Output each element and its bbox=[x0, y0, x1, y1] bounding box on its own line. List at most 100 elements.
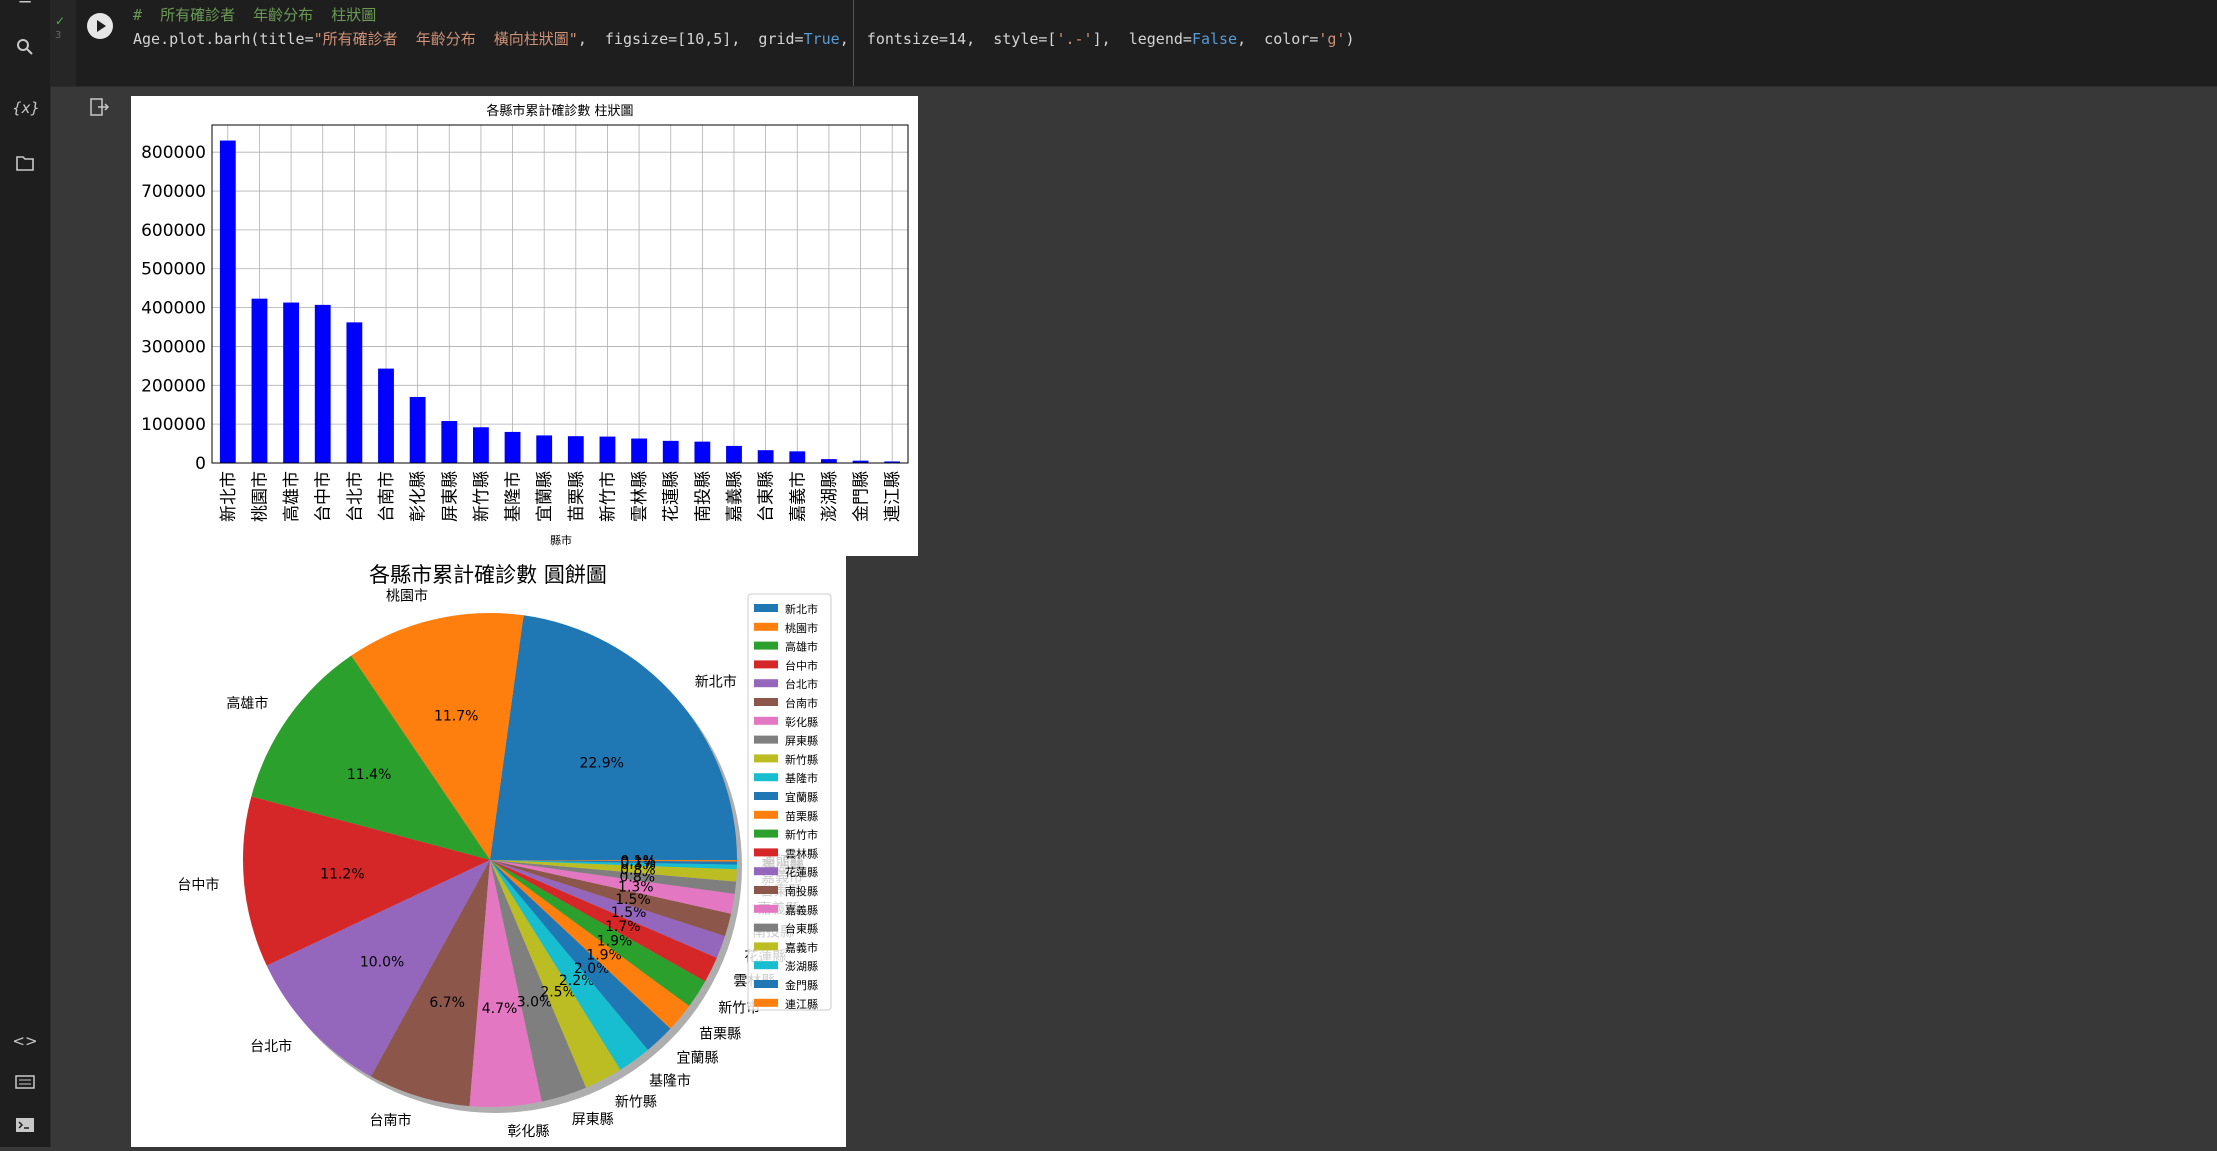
bar bbox=[219, 140, 236, 463]
y-tick-label: 600000 bbox=[141, 221, 206, 241]
slice-label: 新竹縣 bbox=[615, 1094, 657, 1110]
legend-swatch bbox=[754, 660, 778, 669]
pct-label: 4.7% bbox=[482, 1001, 518, 1017]
y-tick-label: 0 bbox=[195, 454, 206, 474]
x-tick-label: 連江縣 bbox=[883, 471, 903, 522]
legend-swatch bbox=[754, 754, 778, 763]
bar bbox=[662, 440, 679, 463]
bar bbox=[346, 322, 363, 463]
y-tick-label: 300000 bbox=[141, 337, 206, 357]
legend-entry: 基隆市 bbox=[785, 771, 818, 785]
legend-entry: 台中市 bbox=[785, 658, 818, 672]
output-actions-icon[interactable] bbox=[90, 98, 112, 120]
slice-label: 屏東縣 bbox=[572, 1112, 614, 1128]
bar bbox=[378, 368, 394, 463]
legend-entry: 嘉義縣 bbox=[785, 903, 818, 917]
legend-entry: 新北市 bbox=[785, 602, 818, 616]
x-tick-label: 台南市 bbox=[377, 471, 397, 522]
x-tick-label: 台北市 bbox=[345, 471, 365, 522]
code-token: , grid= bbox=[731, 30, 804, 48]
bar bbox=[821, 459, 837, 463]
slice-label: 桃園市 bbox=[386, 587, 428, 604]
legend-swatch bbox=[754, 698, 778, 706]
x-tick-label: 屏東縣 bbox=[440, 471, 460, 522]
x-tick-label: 苗栗縣 bbox=[567, 471, 587, 522]
run-cell-button[interactable] bbox=[87, 13, 113, 39]
code-token: ) bbox=[1345, 30, 1355, 48]
legend-swatch bbox=[754, 810, 778, 819]
bar bbox=[599, 436, 616, 463]
code-icon[interactable]: <> bbox=[12, 1028, 38, 1054]
bar bbox=[567, 436, 584, 463]
legend-swatch bbox=[754, 980, 778, 988]
variables-icon[interactable]: {x} bbox=[12, 95, 40, 121]
legend-swatch bbox=[754, 735, 778, 744]
bar bbox=[314, 304, 331, 463]
x-tick-label: 新竹市 bbox=[598, 471, 618, 522]
code-token: , style=[ bbox=[966, 30, 1057, 48]
pct-label: 11.4% bbox=[347, 767, 391, 783]
y-tick-label: 700000 bbox=[141, 182, 206, 202]
x-axis-label: 縣市 bbox=[550, 533, 572, 547]
left-sidebar: ≡ {x} <> bbox=[0, 0, 51, 1147]
legend-entry: 桃園市 bbox=[785, 621, 818, 635]
terminal-keyboard-icon[interactable] bbox=[12, 1071, 38, 1097]
legend-entry: 南投縣 bbox=[785, 884, 818, 898]
bar bbox=[726, 445, 742, 463]
pct-label: 0.1% bbox=[620, 853, 656, 869]
legend-entry: 台南市 bbox=[785, 696, 818, 710]
pct-label: 11.2% bbox=[320, 866, 364, 882]
x-tick-label: 台中市 bbox=[314, 471, 334, 522]
chart-title: 各縣市累計確診數 圓餅圖 bbox=[369, 563, 607, 587]
legend-swatch bbox=[754, 622, 778, 631]
bar bbox=[251, 298, 268, 463]
slice-label: 基隆市 bbox=[649, 1072, 691, 1089]
bar bbox=[789, 451, 806, 463]
legend-entry: 金門縣 bbox=[785, 978, 818, 992]
x-tick-label: 南投縣 bbox=[693, 471, 713, 522]
legend-swatch bbox=[754, 716, 778, 725]
code-token: "所有確診者 年齡分布 橫向柱狀圖" bbox=[313, 30, 578, 48]
code-token: False bbox=[1191, 30, 1238, 48]
code-comment[interactable]: # 所有確診者 年齡分布 柱狀圖 bbox=[133, 4, 376, 25]
x-tick-label: 基隆市 bbox=[504, 471, 524, 522]
slice-label: 台中市 bbox=[177, 877, 219, 894]
search-icon[interactable] bbox=[12, 38, 38, 64]
code-line[interactable]: Age.plot.barh(title="所有確診者 年齡分布 橫向柱狀圖", … bbox=[133, 28, 1355, 49]
code-token: ], legend= bbox=[1092, 30, 1192, 48]
x-tick-label: 嘉義市 bbox=[788, 471, 808, 522]
legend-entry: 台北市 bbox=[785, 677, 818, 691]
legend-swatch bbox=[754, 904, 778, 913]
legend-entry: 雲林縣 bbox=[785, 846, 818, 860]
code-token: '.-' bbox=[1056, 30, 1093, 48]
folder-icon[interactable] bbox=[12, 153, 38, 179]
bar bbox=[473, 427, 489, 463]
code-token: [10,5] bbox=[677, 30, 732, 48]
x-tick-label: 桃園市 bbox=[250, 471, 270, 522]
bar bbox=[631, 438, 647, 463]
y-tick-label: 400000 bbox=[141, 299, 206, 319]
legend-swatch bbox=[754, 641, 778, 650]
y-tick-label: 500000 bbox=[141, 260, 206, 280]
legend-entry: 台東縣 bbox=[785, 922, 818, 936]
legend-swatch bbox=[754, 848, 778, 857]
slice-label: 宜蘭縣 bbox=[676, 1051, 718, 1067]
chart-title: 各縣市累計確診數 柱狀圖 bbox=[486, 103, 633, 119]
legend-swatch bbox=[754, 961, 778, 970]
run-status-check: ✓ bbox=[55, 14, 66, 28]
bar bbox=[283, 302, 299, 463]
menu-icon[interactable]: ≡ bbox=[12, 0, 38, 12]
bar bbox=[757, 450, 774, 463]
bar bbox=[441, 421, 458, 463]
cell-gutter: ✓ 3 bbox=[50, 0, 76, 86]
pie-chart-output: 各縣市累計確診數 圓餅圖 22.9% 新北市 11.7% 桃園市 11.4% 高雄市 11.2… bbox=[131, 556, 846, 1147]
legend-entry: 彰化縣 bbox=[785, 715, 818, 729]
slice-label: 台北市 bbox=[250, 1038, 292, 1055]
terminal-icon[interactable] bbox=[12, 1115, 38, 1141]
code-token: 14 bbox=[948, 30, 967, 48]
pie-slice bbox=[490, 615, 737, 860]
legend-entry: 高雄市 bbox=[785, 640, 818, 654]
legend-entry: 宜蘭縣 bbox=[785, 790, 818, 804]
x-tick-label: 嘉義縣 bbox=[725, 471, 745, 522]
legend-swatch bbox=[754, 942, 778, 951]
